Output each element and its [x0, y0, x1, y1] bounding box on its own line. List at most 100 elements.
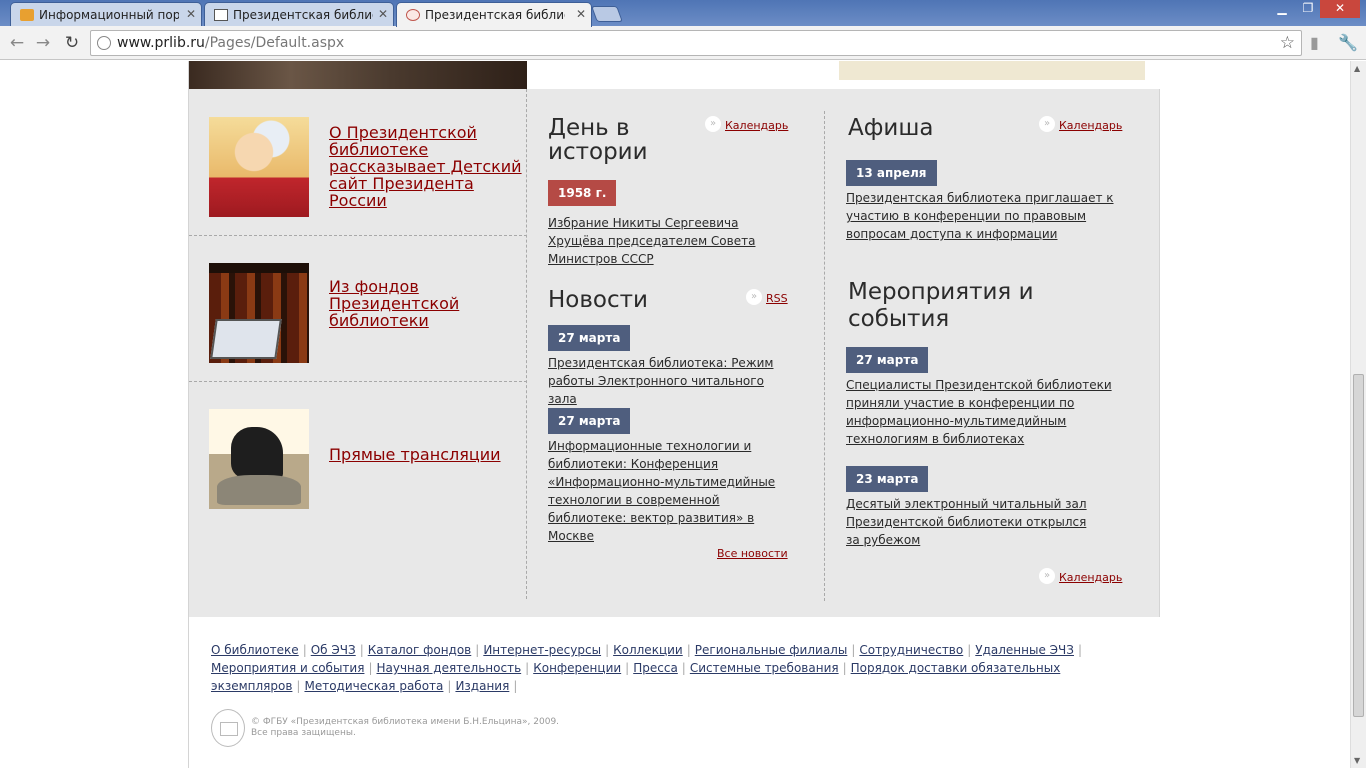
news-item-link[interactable]: Президентская библиотека: Режим работы Э…: [548, 354, 788, 408]
afisha-item-link[interactable]: Президентская библиотека приглашает к уч…: [846, 189, 1136, 243]
event-item-link[interactable]: Специалисты Президентской библиотеки при…: [846, 376, 1138, 448]
portal-favicon-icon: [20, 9, 34, 21]
footer-link[interactable]: Сотрудничество: [859, 643, 963, 657]
library-favicon-icon: [406, 9, 420, 21]
reload-icon[interactable]: ↻: [61, 32, 83, 54]
copyright-line: Все права защищены.: [251, 728, 356, 738]
copyright-line: © ФГБУ «Президентская библиотека имени Б…: [251, 717, 560, 727]
afisha-title: Афиша: [848, 115, 934, 141]
separator: |: [681, 661, 686, 675]
footer-link[interactable]: Мероприятия и события: [211, 661, 364, 675]
separator: |: [851, 643, 856, 657]
promo-link[interactable]: О Президентской библиотеке рассказывает …: [329, 124, 525, 209]
browser-tab-active[interactable]: Президентская библиотека ✕: [396, 2, 592, 27]
news-date-badge: 27 марта: [548, 325, 631, 351]
separator: |: [302, 643, 307, 657]
footer-link[interactable]: Научная деятельность: [376, 661, 521, 675]
browser-toolbar: ← → ↻ www.prlib.ru/Pages/Default.aspx ☆ …: [0, 26, 1366, 60]
footer-link[interactable]: Каталог фондов: [368, 643, 472, 657]
back-arrow-icon[interactable]: ←: [6, 32, 28, 54]
vertical-scrollbar[interactable]: ▲ ▼: [1350, 61, 1366, 768]
history-date-badge: 1958 г.: [548, 180, 617, 206]
rock-graphic: [217, 475, 301, 505]
header-paper-image: [839, 61, 1145, 80]
forward-arrow-icon[interactable]: →: [32, 32, 54, 54]
separator: |: [513, 679, 518, 693]
footer-link[interactable]: Удаленные ЭЧЗ: [975, 643, 1074, 657]
footer-link[interactable]: Системные требования: [690, 661, 839, 675]
restore-icon[interactable]: ❐: [1294, 0, 1322, 18]
calendar-label: Календарь: [725, 119, 789, 132]
tab-label: Президентская библиотека: [425, 8, 565, 22]
page-favicon-icon: [214, 9, 228, 21]
footer-link[interactable]: Издания: [455, 679, 509, 693]
bookmark-star-icon[interactable]: ☆: [1280, 33, 1295, 53]
news-item-link[interactable]: Информационные технологии и библиотеки: …: [548, 437, 793, 545]
footer-link[interactable]: Конференции: [533, 661, 621, 675]
minimize-icon[interactable]: ▁: [1268, 0, 1296, 18]
double-chevron-icon: »: [746, 289, 762, 305]
afisha-calendar-link[interactable]: » Календарь: [1039, 116, 1123, 132]
footer-link[interactable]: Об ЭЧЗ: [311, 643, 356, 657]
separator: |: [686, 643, 691, 657]
scroll-up-arrow-icon[interactable]: ▲: [1354, 64, 1360, 73]
history-calendar-link[interactable]: » Календарь: [705, 116, 789, 132]
promo-link[interactable]: Из фондов Президентской библиотеки: [329, 278, 469, 329]
double-chevron-icon: »: [705, 116, 721, 132]
close-icon[interactable]: ✕: [378, 7, 388, 21]
footer-links: О библиотеке | Об ЭЧЗ | Каталог фондов | Интер…: [211, 641, 1131, 695]
globe-icon: [97, 36, 111, 50]
history-title: День в истории: [548, 115, 648, 165]
laptop-graphic: [210, 319, 282, 359]
footer-link[interactable]: О библиотеке: [211, 643, 299, 657]
footer-link[interactable]: Методическая работа: [304, 679, 443, 693]
close-window-icon[interactable]: ✕: [1320, 0, 1360, 18]
scroll-thumb[interactable]: [1353, 374, 1364, 717]
event-item-link[interactable]: Десятый электронный читальный зал Презид…: [846, 495, 1101, 549]
browser-tab[interactable]: Президентская библиотека ✕: [204, 2, 394, 26]
copyright: © ФГБУ «Президентская библиотека имени Б…: [251, 717, 559, 739]
statue-image[interactable]: [209, 409, 309, 509]
horse-graphic: [231, 427, 283, 479]
calendar-label: Календарь: [1059, 119, 1123, 132]
cartoon-boy-image[interactable]: [209, 117, 309, 217]
promo-item: О Президентской библиотеке рассказывает …: [189, 89, 527, 236]
promo-item: Прямые трансляции: [189, 382, 527, 562]
separator: |: [475, 643, 480, 657]
footer-link[interactable]: Пресса: [633, 661, 678, 675]
footer-link[interactable]: Региональные филиалы: [695, 643, 848, 657]
url-text: www.prlib.ru/Pages/Default.aspx: [117, 35, 344, 51]
left-column: О Президентской библиотеке рассказывает …: [189, 89, 527, 599]
browser-tab[interactable]: Информационный портал ✕: [10, 2, 202, 26]
all-news-link[interactable]: Все новости: [717, 547, 788, 560]
url-host: www.prlib.ru: [117, 35, 205, 51]
site-container: О Президентской библиотеке рассказывает …: [188, 61, 1161, 768]
rss-link[interactable]: » RSS: [746, 289, 788, 305]
separator: |: [359, 643, 364, 657]
new-tab-button[interactable]: [591, 6, 623, 22]
events-calendar-link[interactable]: » Календарь: [1039, 568, 1123, 584]
address-bar[interactable]: www.prlib.ru/Pages/Default.aspx ☆: [90, 30, 1302, 56]
rss-label: RSS: [766, 292, 788, 305]
close-icon[interactable]: ✕: [576, 7, 586, 21]
scroll-down-arrow-icon[interactable]: ▼: [1354, 756, 1360, 765]
library-logo-icon: [211, 709, 245, 747]
history-event-link[interactable]: Избрание Никиты Сергеевича Хрущёва предс…: [548, 214, 798, 268]
news-title: Новости: [548, 287, 648, 313]
event-date-badge: 27 марта: [846, 347, 929, 373]
double-chevron-icon: »: [1039, 116, 1055, 132]
separator: |: [525, 661, 530, 675]
column-divider: [824, 111, 825, 601]
footer-link[interactable]: Коллекции: [613, 643, 683, 657]
header-photo: [189, 61, 527, 89]
wrench-icon[interactable]: 🔧: [1338, 33, 1358, 52]
calendar-label: Календарь: [1059, 571, 1123, 584]
event-date-badge: 23 марта: [846, 466, 929, 492]
separator: |: [296, 679, 301, 693]
page-stats-icon[interactable]: ▮: [1310, 33, 1319, 52]
afisha-date-badge: 13 апреля: [846, 160, 937, 186]
close-icon[interactable]: ✕: [186, 7, 196, 21]
footer-link[interactable]: Интернет-ресурсы: [483, 643, 601, 657]
promo-link[interactable]: Прямые трансляции: [329, 446, 519, 463]
books-laptop-image[interactable]: [209, 263, 309, 363]
